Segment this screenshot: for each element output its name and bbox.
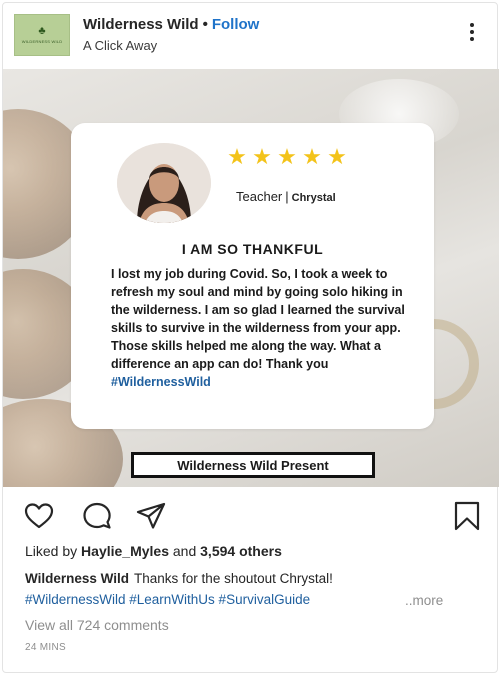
account-subtitle: A Click Away (83, 38, 158, 53)
account-line: Wilderness Wild • Follow (83, 16, 259, 33)
star-icon: ★ (302, 144, 322, 169)
star-icon: ★ (277, 144, 297, 169)
reviewer-role: Teacher | Chrystal (236, 189, 336, 204)
star-icon: ★ (327, 144, 347, 169)
testimonial-card: ★ ★ ★ ★ ★ Teacher | Chrystal I AM SO THANK… (71, 123, 434, 429)
account-avatar[interactable]: ♣ WILDERNESS WILD (14, 14, 70, 56)
caption: Wilderness Wild Thanks for the shoutout C… (25, 571, 333, 586)
role-separator: | (285, 189, 289, 204)
separator-dot: • (202, 16, 208, 33)
caption-text: Thanks for the shoutout Chrystal! (134, 571, 333, 586)
comment-icon[interactable] (81, 500, 113, 532)
testimonial-text: I lost my job during Covid. So, I took a… (111, 267, 405, 371)
reviewer-occupation: Teacher (236, 189, 283, 204)
liked-by-count[interactable]: 3,594 others (200, 543, 282, 559)
action-bar (3, 487, 499, 541)
liked-by-prefix: Liked by (25, 543, 82, 559)
more-link[interactable]: ..more (405, 593, 443, 608)
post-timestamp: 24 MINS (25, 642, 67, 653)
follow-button[interactable]: Follow (212, 16, 260, 33)
reviewer-name: Chrystal (291, 192, 336, 204)
testimonial-body: I lost my job during Covid. So, I took a… (111, 265, 411, 391)
caption-hashtags[interactable]: #WildernessWild #LearnWithUs #SurvivalGu… (25, 592, 310, 607)
testimonial-title: I AM SO THANKFUL (181, 241, 324, 257)
rating-stars: ★ ★ ★ ★ ★ (227, 144, 347, 169)
star-icon: ★ (227, 144, 247, 169)
present-banner: Wilderness Wild Present (131, 452, 375, 478)
send-icon[interactable] (135, 500, 167, 532)
testimonial-hashtag: #WildernessWild (111, 375, 211, 389)
liked-by-mid: and (169, 543, 201, 559)
view-all-comments[interactable]: View all 724 comments (25, 617, 169, 633)
caption-author[interactable]: Wilderness Wild (25, 571, 129, 586)
more-vertical-icon[interactable] (469, 23, 475, 43)
star-icon: ★ (252, 144, 272, 169)
avatar-logo-text: WILDERNESS WILD (21, 39, 63, 44)
post-frame: ♣ WILDERNESS WILD Wilderness Wild • Follow… (2, 2, 499, 673)
liked-by-user[interactable]: Haylie_Myles (81, 543, 169, 559)
post-image[interactable]: ★ ★ ★ ★ ★ Teacher | Chrystal I AM SO THANK… (3, 69, 499, 487)
leaf-logo-icon: ♣ (38, 25, 46, 37)
heart-icon[interactable] (23, 500, 55, 532)
account-name[interactable]: Wilderness Wild (83, 16, 199, 33)
bookmark-icon[interactable] (451, 500, 483, 532)
reviewer-photo (117, 143, 211, 223)
post-header: ♣ WILDERNESS WILD Wilderness Wild • Follow… (3, 3, 499, 69)
liked-by: Liked by Haylie_Myles and 3,594 others (25, 543, 282, 559)
